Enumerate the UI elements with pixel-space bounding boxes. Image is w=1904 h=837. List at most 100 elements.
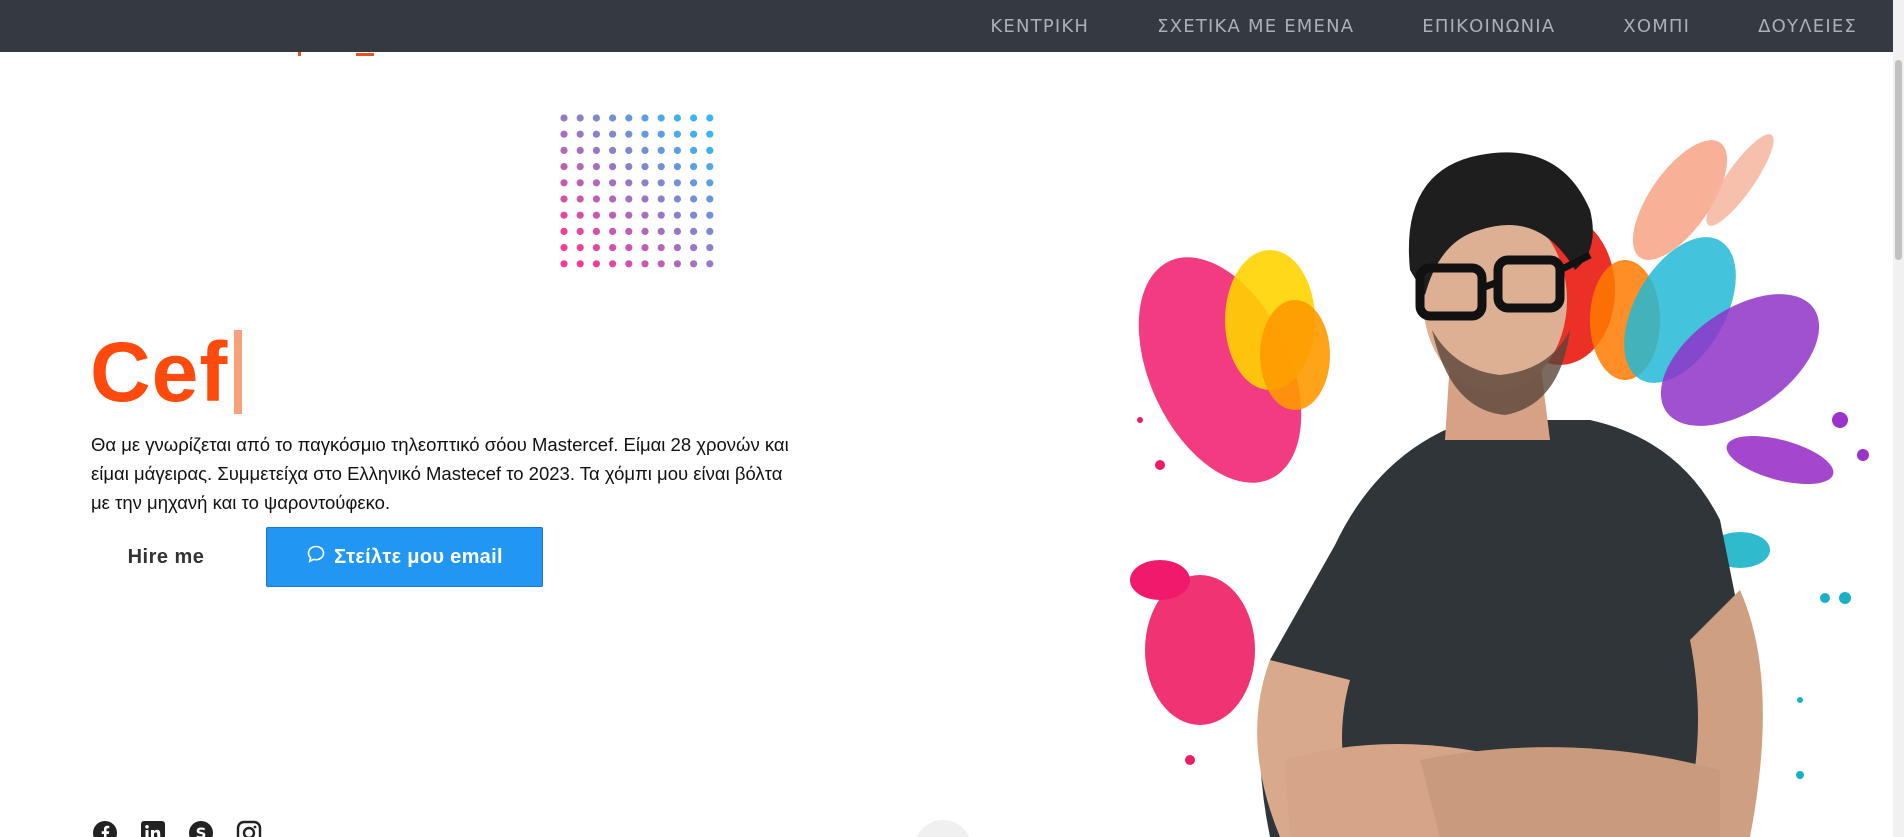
grid-dot xyxy=(673,179,681,187)
grid-dot xyxy=(576,114,584,122)
grid-dot xyxy=(706,146,714,154)
grid-dot xyxy=(657,227,665,235)
grid-dot xyxy=(706,244,714,252)
grid-dot xyxy=(560,244,568,252)
grid-dot xyxy=(690,227,698,235)
grid-dot xyxy=(592,179,600,187)
grid-dot xyxy=(576,260,584,268)
grid-dot xyxy=(560,146,568,154)
grid-dot xyxy=(560,195,568,203)
grid-dot xyxy=(706,179,714,187)
hire-me-button[interactable]: Hire me xyxy=(92,527,240,587)
grid-dot xyxy=(641,260,649,268)
grid-dot xyxy=(690,163,698,171)
grid-dot xyxy=(657,179,665,187)
grid-dot xyxy=(641,163,649,171)
send-email-button[interactable]: Στείλτε μου email xyxy=(266,527,543,587)
nav-item-works[interactable]: ΔΟΥΛΕΙΕΣ xyxy=(1758,16,1857,37)
grid-dot xyxy=(592,211,600,219)
social-links: S xyxy=(92,820,262,837)
instagram-icon[interactable] xyxy=(236,820,262,837)
grid-dot xyxy=(673,146,681,154)
grid-dot xyxy=(576,195,584,203)
grid-dot xyxy=(560,211,568,219)
grid-dot xyxy=(625,195,633,203)
grid-dot xyxy=(609,195,617,203)
grid-dot xyxy=(609,244,617,252)
grid-dot xyxy=(592,260,600,268)
grid-dot xyxy=(690,114,698,122)
facebook-icon[interactable] xyxy=(92,820,118,837)
grid-dot xyxy=(657,211,665,219)
grid-dot xyxy=(592,146,600,154)
grid-dot xyxy=(706,130,714,138)
grid-dot xyxy=(673,195,681,203)
grid-dot xyxy=(690,146,698,154)
grid-dot xyxy=(609,179,617,187)
grid-dot xyxy=(657,163,665,171)
grid-dot xyxy=(641,179,649,187)
grid-dot xyxy=(657,260,665,268)
send-email-label: Στείλτε μου email xyxy=(334,545,503,568)
grid-dot xyxy=(609,163,617,171)
grid-dot xyxy=(673,130,681,138)
grid-dot xyxy=(690,195,698,203)
grid-dot xyxy=(690,244,698,252)
hero-title-text: Cef xyxy=(90,325,229,419)
grid-dot xyxy=(673,227,681,235)
grid-dot xyxy=(657,195,665,203)
nav-item-hobbies[interactable]: ΧΟΜΠΙ xyxy=(1623,16,1690,37)
scrollbar-thumb[interactable] xyxy=(1895,60,1902,260)
grid-dot xyxy=(576,146,584,154)
grid-dot xyxy=(690,179,698,187)
grid-dot xyxy=(641,146,649,154)
grid-dot xyxy=(625,114,633,122)
grid-dot xyxy=(609,130,617,138)
grid-dot xyxy=(609,260,617,268)
scroll-down-button[interactable] xyxy=(914,820,972,837)
grid-dot xyxy=(657,130,665,138)
typing-cursor xyxy=(234,330,243,414)
grid-dot xyxy=(690,260,698,268)
grid-dot xyxy=(609,227,617,235)
grid-dot xyxy=(641,211,649,219)
grid-dot xyxy=(560,130,568,138)
grid-dot xyxy=(625,146,633,154)
grid-dot xyxy=(592,163,600,171)
grid-dot xyxy=(576,130,584,138)
grid-dot xyxy=(576,163,584,171)
skype-icon[interactable]: S xyxy=(188,820,214,837)
grid-dot xyxy=(625,244,633,252)
grid-dot xyxy=(641,244,649,252)
hero-description: Θα με γνωρίζεται από το παγκόσμιο τηλεοπ… xyxy=(91,434,789,513)
page-scrollbar[interactable] xyxy=(1893,0,1904,837)
grid-dot xyxy=(576,244,584,252)
grid-dot xyxy=(576,227,584,235)
grid-dot xyxy=(625,211,633,219)
grid-dot xyxy=(625,227,633,235)
hero-title: Cef xyxy=(90,322,243,422)
svg-text:S: S xyxy=(196,825,207,837)
nav-item-contact[interactable]: ΕΠΙΚΟΙΝΩΝΙΑ xyxy=(1422,16,1555,37)
grid-dot xyxy=(673,244,681,252)
grid-dot xyxy=(641,227,649,235)
grid-dot xyxy=(625,260,633,268)
nav-item-about[interactable]: ΣΧΕΤΙΚΑ ΜΕ ΕΜΕΝΑ xyxy=(1157,16,1354,37)
grid-dot xyxy=(657,114,665,122)
nav-item-home[interactable]: ΚΕΝΤΡΙΚΗ xyxy=(990,16,1089,37)
grid-dot xyxy=(576,179,584,187)
grid-dot xyxy=(690,130,698,138)
grid-dot xyxy=(560,163,568,171)
linkedin-icon[interactable] xyxy=(140,820,166,837)
top-navbar: ΚΕΝΤΡΙΚΗ ΣΧΕΤΙΚΑ ΜΕ ΕΜΕΝΑ ΕΠΙΚΟΙΝΩΝΙΑ ΧΟ… xyxy=(0,0,1893,52)
grid-dot xyxy=(657,244,665,252)
grid-dot xyxy=(625,179,633,187)
grid-dot xyxy=(560,260,568,268)
grid-dot xyxy=(625,130,633,138)
grid-dot xyxy=(609,146,617,154)
grid-dot xyxy=(706,195,714,203)
grid-dot xyxy=(706,260,714,268)
grid-dot xyxy=(609,211,617,219)
grid-dot xyxy=(592,227,600,235)
grid-dot xyxy=(592,130,600,138)
